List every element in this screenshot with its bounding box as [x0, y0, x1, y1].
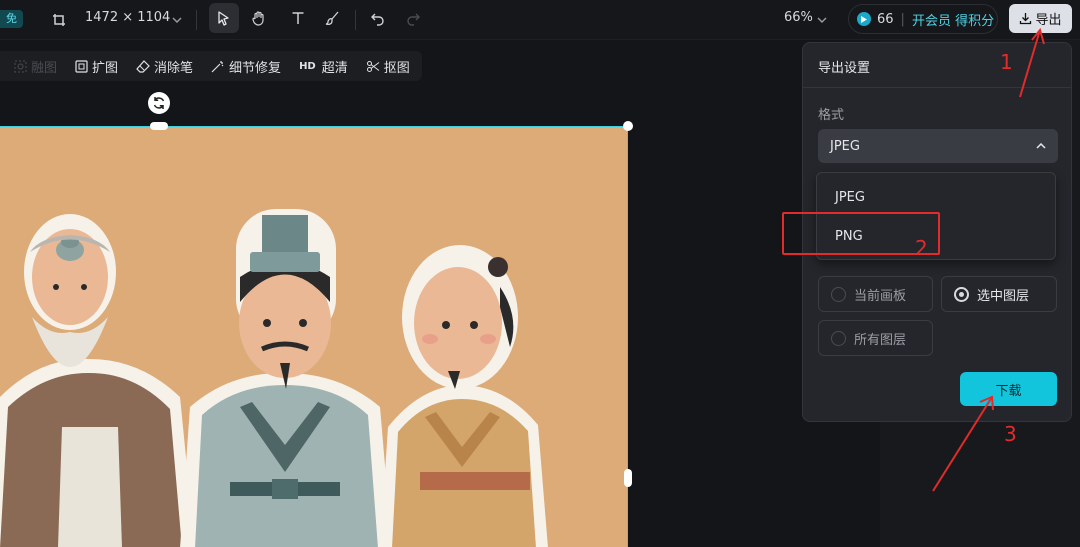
annotation-arrows — [932, 27, 1045, 492]
